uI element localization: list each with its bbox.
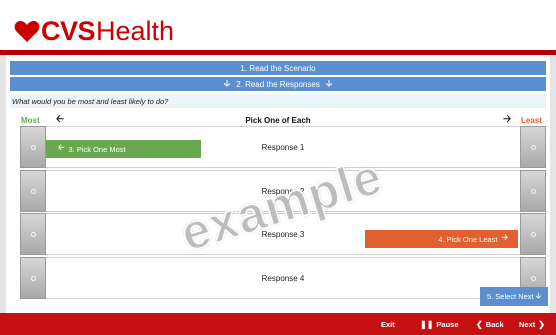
read-scenario-bar[interactable]: 1. Read the Scenario — [10, 61, 546, 75]
cvs-health-logo: CVS Health — [14, 14, 174, 48]
radio-circle-icon — [30, 188, 36, 194]
pick-least-hint-label: 4. Pick One Least — [438, 234, 498, 244]
exit-label: Exit — [381, 319, 395, 329]
least-radio-button[interactable] — [520, 126, 546, 168]
response-label: Response 2 — [261, 187, 305, 196]
read-responses-label: 2. Read the Responses — [236, 79, 320, 89]
select-next-hint: 5. Select Next 🡣 — [480, 287, 548, 306]
chevron-right-icon: ❯ — [538, 319, 545, 329]
pause-label: Pause — [436, 319, 459, 329]
response-card: Response 4 — [46, 257, 520, 299]
select-next-hint-label: 5. Select Next — [486, 292, 534, 301]
response-row: Response 4 — [20, 257, 546, 299]
least-radio-button[interactable] — [520, 213, 546, 255]
next-label: Next — [519, 319, 536, 329]
most-radio-button[interactable] — [20, 126, 46, 168]
pick-one-title: Pick One of Each — [245, 115, 311, 125]
pause-icon: ❚❚ — [420, 319, 434, 329]
arrow-down-icon: 🡣 — [223, 78, 231, 88]
logo-text-health: Health — [96, 15, 175, 46]
radio-circle-icon — [530, 275, 536, 281]
logo-text-cvs: CVS — [41, 15, 96, 46]
arrow-left-icon: 🡠 — [58, 143, 65, 152]
footer-toolbar: Exit ❚❚ Pause ❮ Back Next ❯ — [0, 313, 556, 335]
arrow-right-icon: 🡢 — [503, 113, 512, 125]
pick-least-hint: 4. Pick One Least 🡢 — [365, 230, 518, 248]
least-radio-button[interactable] — [520, 170, 546, 212]
question-prompt: What would you be most and least likely … — [10, 94, 546, 108]
pick-most-hint: 🡠 3. Pick One Most — [46, 140, 201, 158]
frame-right — [550, 55, 556, 313]
back-label: Back — [485, 319, 504, 329]
arrow-left-icon: 🡠 — [56, 113, 65, 125]
radio-circle-icon — [530, 144, 536, 150]
response-row: Response 2 — [20, 170, 546, 212]
response-card: Response 2 — [46, 170, 520, 212]
most-column-label: Most — [21, 115, 40, 125]
chevron-left-icon: ❮ — [476, 319, 483, 329]
pause-button[interactable]: ❚❚ Pause — [417, 313, 459, 335]
arrow-right-icon: 🡢 — [501, 233, 509, 242]
radio-circle-icon — [30, 275, 36, 281]
read-responses-bar[interactable]: 🡣 2. Read the Responses 🡣 — [10, 77, 546, 91]
radio-circle-icon — [30, 231, 36, 237]
radio-circle-icon — [530, 231, 536, 237]
most-radio-button[interactable] — [20, 257, 46, 299]
header: CVS Health — [0, 0, 556, 52]
next-button[interactable]: Next ❯ — [519, 313, 548, 335]
arrow-down-icon: 🡣 — [325, 78, 333, 88]
least-column-label: Least — [521, 115, 542, 125]
exit-button[interactable]: Exit — [381, 313, 395, 335]
most-radio-button[interactable] — [20, 213, 46, 255]
heart-icon — [14, 21, 40, 42]
radio-circle-icon — [30, 144, 36, 150]
read-scenario-label: 1. Read the Scenario — [240, 63, 316, 73]
back-button[interactable]: ❮ Back — [473, 313, 504, 335]
most-radio-button[interactable] — [20, 170, 46, 212]
header-divider — [0, 50, 556, 55]
radio-circle-icon — [530, 188, 536, 194]
frame-left — [0, 55, 6, 313]
pick-most-hint-label: 3. Pick One Most — [68, 144, 126, 154]
response-label: Response 4 — [261, 274, 305, 283]
arrow-down-icon: 🡣 — [535, 291, 542, 300]
